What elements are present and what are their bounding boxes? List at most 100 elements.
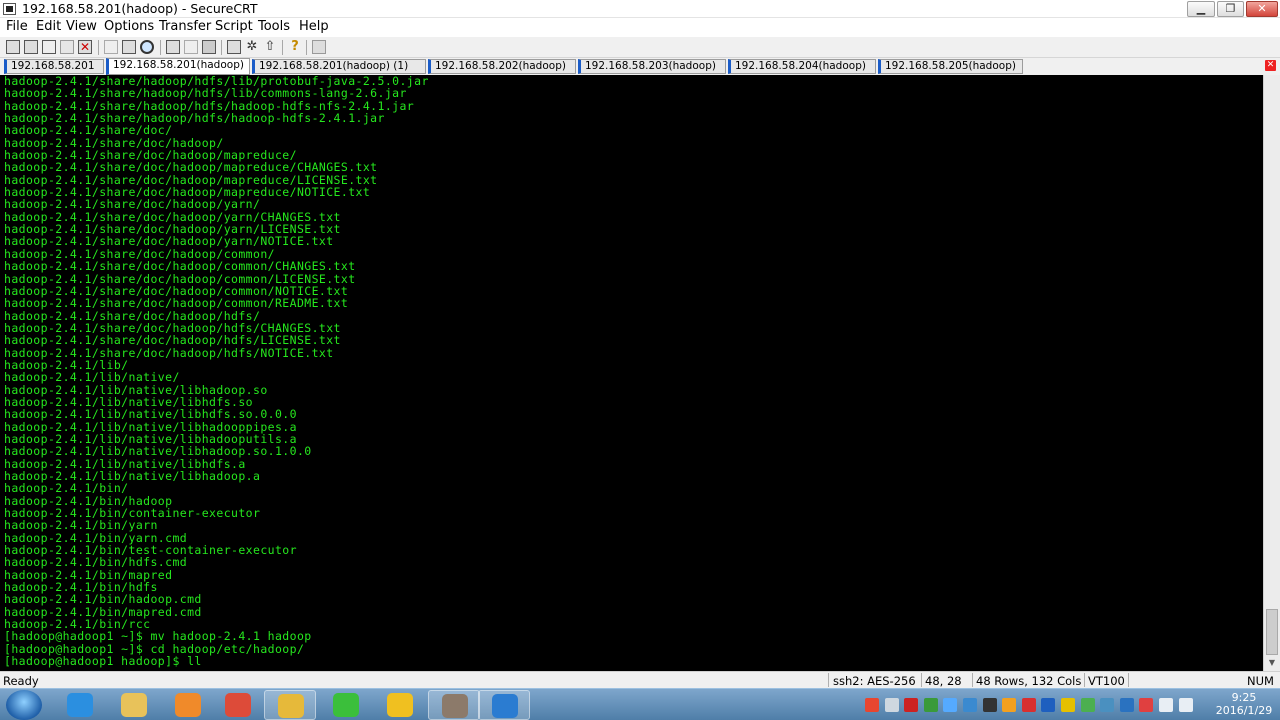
taskbar-app-file-transfer-icon[interactable] [264, 690, 316, 720]
red-app-icon[interactable] [904, 698, 919, 712]
terminal-line: hadoop-2.4.1/lib/native/libhdfs.so.0.0.0 [4, 407, 297, 422]
menu-tools[interactable]: Tools [258, 19, 290, 34]
terminal-line: hadoop-2.4.1/bin/ [4, 481, 129, 496]
security-shield-icon[interactable] [1080, 698, 1095, 712]
red-cross-icon[interactable] [1021, 698, 1036, 712]
printer-icon[interactable] [202, 40, 216, 54]
connect-tab-icon[interactable] [42, 40, 56, 54]
tab-session-205-hadoop[interactable]: 192.168.58.205(hadoop) [878, 59, 1023, 74]
terminal-line: hadoop-2.4.1/lib/ [4, 357, 129, 372]
sftp-icon[interactable]: ⇧ [263, 40, 277, 54]
toolbar-separator [160, 40, 161, 55]
toolbar: ✕ ✲ ⇧ ? [0, 37, 1280, 58]
global-options-icon[interactable]: ✲ [245, 40, 259, 54]
menu-file[interactable]: File [6, 19, 28, 34]
speaker-icon[interactable] [1159, 698, 1173, 712]
sync-icon[interactable] [1119, 698, 1134, 712]
copy-icon[interactable] [104, 40, 118, 54]
taskbar-app-chrome-icon[interactable] [212, 690, 264, 720]
print-icon[interactable] [184, 40, 198, 54]
close-button[interactable]: ✕ [1246, 1, 1278, 17]
media-player-icon [175, 693, 201, 717]
terminal-line: hadoop-2.4.1/share/hadoop/hdfs/lib/commo… [4, 86, 407, 101]
print-setup-icon[interactable] [166, 40, 180, 54]
tab-session-201-hadoop-1[interactable]: 192.168.58.201(hadoop) (1) [252, 59, 426, 74]
terminal-line: hadoop-2.4.1/share/doc/ [4, 123, 173, 138]
disconnect-icon[interactable]: ✕ [78, 40, 92, 54]
status-terminal-size: 48 Rows, 132 Cols [976, 674, 1082, 688]
card-app-icon [442, 694, 468, 718]
cloud-icon[interactable] [943, 698, 958, 712]
terminal-line: hadoop-2.4.1/share/doc/hadoop/common/REA… [4, 296, 349, 311]
menu-view[interactable]: View [66, 19, 97, 34]
taskbar-app-green-app-icon[interactable] [320, 690, 372, 720]
tab-session-202-hadoop[interactable]: 192.168.58.202(hadoop) [428, 59, 576, 74]
chrome-icon [225, 693, 251, 717]
tab-session-203-hadoop[interactable]: 192.168.58.203(hadoop) [578, 59, 726, 74]
status-numlock: NUM [1247, 674, 1274, 688]
shield-icon[interactable] [963, 698, 977, 712]
qq-icon[interactable] [982, 698, 997, 712]
menu-help[interactable]: Help [299, 19, 329, 34]
taskbar-app-ie-icon[interactable] [54, 690, 106, 720]
terminal-view[interactable]: hadoop-2.4.1/share/hadoop/hdfs/lib/proto… [0, 75, 1263, 671]
flag-icon[interactable] [1139, 698, 1154, 712]
paste-icon[interactable] [122, 40, 136, 54]
signal-icon[interactable] [1178, 698, 1193, 712]
keymap-icon[interactable] [312, 40, 326, 54]
securecrt-icon [492, 694, 518, 718]
reconnect-icon[interactable] [60, 40, 74, 54]
status-ready: Ready [3, 674, 39, 688]
toolbar-separator [306, 40, 307, 55]
terminal-line: [hadoop@hadoop1 hadoop]$ ll [4, 654, 202, 669]
moon-icon[interactable] [884, 698, 899, 712]
monitor-icon[interactable] [1100, 698, 1115, 712]
sogou-icon[interactable] [865, 698, 879, 712]
qq2-icon[interactable] [1002, 698, 1017, 712]
help-icon[interactable]: ? [288, 40, 302, 54]
maximize-button[interactable]: ❐ [1217, 1, 1244, 17]
menu-transfer[interactable]: Transfer [159, 19, 211, 34]
quick-connect-icon[interactable] [24, 40, 38, 54]
bluetooth-icon[interactable] [1041, 698, 1056, 712]
terminal-line: hadoop-2.4.1/share/doc/hadoop/yarn/NOTIC… [4, 234, 334, 249]
tab-session-201[interactable]: 192.168.58.201 [4, 59, 104, 74]
menu-script[interactable]: Script [215, 19, 253, 34]
terminal-line: hadoop-2.4.1/bin/container-executor [4, 506, 261, 521]
session-options-icon[interactable] [227, 40, 241, 54]
status-emulation: VT100 [1088, 674, 1125, 688]
tab-session-201-hadoop[interactable]: 192.168.58.201(hadoop) [106, 58, 250, 75]
menu-edit[interactable]: Edit [36, 19, 61, 34]
connect-icon[interactable] [6, 40, 20, 54]
terminal-line: hadoop-2.4.1/lib/native/ [4, 370, 180, 385]
securecrt-app-icon[interactable] [3, 3, 16, 15]
terminal-line: hadoop-2.4.1/share/doc/hadoop/hdfs/LICEN… [4, 333, 341, 348]
tab-session-204-hadoop[interactable]: 192.168.58.204(hadoop) [728, 59, 876, 74]
window-title: 192.168.58.201(hadoop) - SecureCRT [22, 1, 258, 16]
e-app-icon [387, 693, 413, 717]
terminal-line: hadoop-2.4.1/share/doc/hadoop/yarn/ [4, 197, 261, 212]
minimize-button[interactable]: ▁ [1187, 1, 1215, 17]
scrollbar-thumb[interactable] [1266, 609, 1278, 655]
taskbar-app-explorer-icon[interactable] [108, 690, 160, 720]
terminal-line: hadoop-2.4.1/bin/mapred.cmd [4, 604, 202, 619]
taskbar-app-e-app-icon[interactable] [374, 690, 426, 720]
network-app-icon[interactable] [923, 698, 938, 712]
terminal-line: hadoop-2.4.1/bin/test-container-executor [4, 543, 297, 558]
green-app-icon [333, 693, 359, 717]
start-button[interactable] [6, 690, 42, 720]
terminal-line: hadoop-2.4.1/bin/yarn [4, 518, 158, 533]
status-separator [828, 673, 829, 687]
system-clock[interactable]: 9:25 2016/1/29 [1214, 691, 1274, 717]
taskbar-app-securecrt-icon[interactable] [478, 690, 530, 720]
plus-icon[interactable] [1061, 698, 1075, 712]
scroll-down-arrow-icon[interactable]: ▼ [1266, 658, 1278, 668]
terminal-line: hadoop-2.4.1/lib/native/libhadoop.a [4, 469, 261, 483]
terminal-scrollbar[interactable]: ▼ [1263, 75, 1280, 671]
taskbar-app-media-player-icon[interactable] [162, 690, 214, 720]
menu-options[interactable]: Options [104, 19, 154, 34]
taskbar-app-card-app-icon[interactable] [428, 690, 480, 720]
close-tab-icon[interactable]: ✕ [1265, 60, 1276, 71]
find-icon[interactable] [140, 40, 154, 54]
clock-date: 2016/1/29 [1215, 704, 1273, 717]
